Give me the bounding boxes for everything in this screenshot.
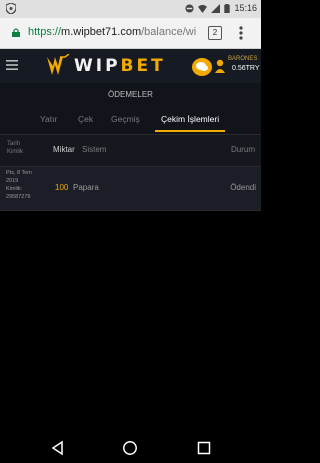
more-vert-icon[interactable] — [239, 26, 243, 40]
active-tab-indicator — [155, 130, 225, 132]
signal-icon — [211, 3, 221, 13]
header-amount: Miktar — [53, 145, 75, 154]
row-amount: 100 — [55, 183, 69, 192]
clock: 15:16 — [234, 3, 257, 13]
header-id: Kimlik — [7, 149, 23, 155]
shield-icon — [6, 3, 16, 14]
logo-text: WIPBET — [74, 56, 166, 76]
status-bar: 15:16 — [0, 0, 261, 18]
user-icon[interactable] — [215, 59, 225, 73]
hamburger-menu-icon[interactable] — [6, 60, 18, 70]
row-date-line2: 2019 — [6, 178, 19, 184]
system-nav-bar — [0, 432, 261, 463]
url-host: m.wipbet71.com — [61, 26, 142, 38]
table-header: Tarih Kimlik Miktar Sistem Durum — [0, 135, 261, 166]
wifi-icon — [198, 4, 208, 13]
account-balance: 0.56TRY — [232, 65, 260, 72]
lock-icon — [12, 28, 20, 37]
row-date-line1: Pts, 8 Tem — [6, 170, 32, 176]
tab-cek[interactable]: Çek — [78, 114, 93, 124]
table-row[interactable]: Pts, 8 Tem 2019 Kimlik: 29587279 100 Pap… — [0, 166, 261, 211]
logo-text-wip: WIP — [74, 56, 121, 76]
tab-switcher-button[interactable]: 2 — [208, 26, 222, 40]
tab-yatir[interactable]: Yatır — [40, 114, 57, 124]
recents-icon[interactable] — [196, 440, 212, 456]
header-date: Tarih — [7, 141, 21, 147]
site-logo[interactable]: WIPBET — [46, 54, 181, 79]
site-header: WIPBET BARONES 0.56TRY — [0, 49, 261, 83]
page-title: ÖDEMELER — [0, 83, 261, 107]
username: BARONES — [228, 56, 258, 62]
header-system: Sistem — [82, 145, 107, 154]
row-id-value: 29587279 — [6, 194, 31, 200]
row-id-label: Kimlik: — [6, 186, 23, 192]
tab-cekim-islemleri[interactable]: Çekim İşlemleri — [161, 114, 219, 124]
header-status: Durum — [230, 145, 255, 154]
payment-tabs: Yatır Çek Geçmiş Çekim İşlemleri — [0, 107, 261, 135]
address-field[interactable]: https://m.wipbet71.com/balance/wi — [28, 26, 198, 38]
browser-url-bar[interactable]: https://m.wipbet71.com/balance/wi 2 — [0, 18, 261, 49]
minus-circle-icon — [185, 3, 195, 13]
row-system: Papara — [73, 183, 99, 192]
home-icon[interactable] — [122, 440, 138, 456]
battery-icon — [224, 3, 231, 13]
logo-text-bet: BET — [120, 56, 166, 76]
tab-gecmis[interactable]: Geçmiş — [111, 114, 140, 124]
url-path: /balance/wi — [141, 26, 197, 38]
back-icon[interactable] — [50, 440, 66, 456]
url-scheme: https:// — [28, 26, 62, 38]
chat-bubble-icon[interactable] — [192, 58, 212, 76]
row-status: Ödendi — [230, 183, 256, 192]
logo-w-icon — [47, 54, 70, 75]
